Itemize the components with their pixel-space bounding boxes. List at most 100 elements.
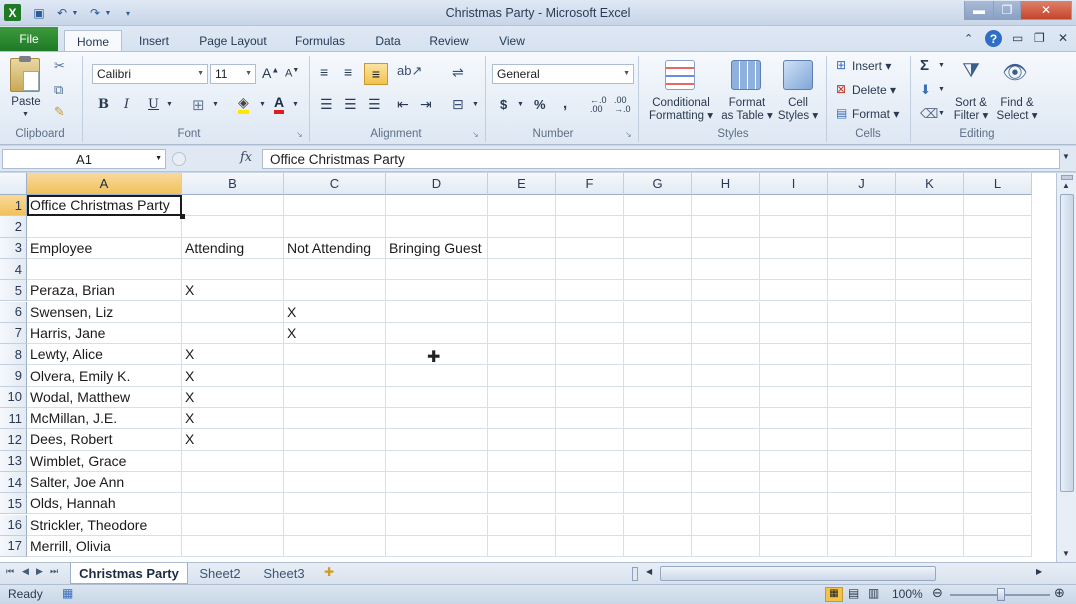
percent-button[interactable]: %	[534, 97, 546, 112]
font-color-icon[interactable]: A	[274, 94, 285, 114]
cell[interactable]	[760, 195, 828, 217]
font-color-dropdown-icon[interactable]: ▼	[292, 101, 299, 108]
row-header[interactable]: 3	[0, 237, 27, 259]
cell[interactable]	[896, 195, 964, 217]
cell[interactable]: Not Attending	[284, 237, 386, 259]
cell[interactable]	[828, 471, 896, 494]
cell[interactable]	[692, 493, 760, 515]
number-format-combo[interactable]: General ▼	[492, 64, 634, 84]
cell[interactable]: X	[182, 365, 284, 387]
cell-employee[interactable]: Peraza, Brian	[27, 280, 182, 302]
cell[interactable]: X	[182, 280, 284, 302]
normal-view-icon[interactable]: ▦	[825, 587, 843, 602]
zoom-level[interactable]: 100%	[892, 587, 923, 601]
scroll-down-icon[interactable]: ▼	[1062, 549, 1070, 558]
cell[interactable]	[624, 216, 692, 238]
column-header-a[interactable]: A	[27, 173, 182, 195]
select-all-corner[interactable]	[0, 173, 27, 195]
tab-review[interactable]: Review	[420, 30, 478, 52]
italic-button[interactable]: I	[124, 97, 129, 112]
cell[interactable]	[896, 514, 964, 536]
scroll-thumb[interactable]	[1060, 194, 1074, 492]
expand-formula-bar-icon[interactable]: ▼	[1062, 152, 1070, 161]
cell[interactable]	[556, 493, 624, 515]
row-header[interactable]: 4	[0, 258, 27, 281]
cell[interactable]	[488, 408, 556, 430]
cell[interactable]	[284, 365, 386, 387]
cell[interactable]	[182, 322, 284, 345]
column-header-g[interactable]: G	[624, 173, 692, 195]
page-layout-view-icon[interactable]: ▤	[848, 586, 859, 600]
cell[interactable]	[556, 429, 624, 451]
row-header[interactable]: 10	[0, 386, 27, 408]
restore-button[interactable]: ❐	[993, 1, 1021, 20]
tab-page-layout[interactable]: Page Layout	[190, 30, 276, 52]
cell[interactable]	[828, 514, 896, 536]
next-sheet-icon[interactable]: ▶	[36, 566, 43, 577]
cut-icon[interactable]: ✂	[54, 58, 65, 74]
cell[interactable]	[896, 450, 964, 472]
cell[interactable]	[964, 344, 1032, 366]
cell[interactable]	[624, 237, 692, 259]
cell[interactable]	[964, 280, 1032, 302]
page-break-view-icon[interactable]: ▥	[868, 586, 879, 600]
column-header-h[interactable]: H	[692, 173, 760, 195]
font-dialog-launcher-icon[interactable]: ↘	[296, 130, 303, 139]
cell[interactable]	[386, 535, 488, 558]
cell[interactable]	[692, 258, 760, 281]
sort-filter-button[interactable]: Sort & Filter ▾	[948, 97, 994, 123]
cell[interactable]	[760, 301, 828, 323]
cell-employee[interactable]: Olvera, Emily K.	[27, 365, 182, 387]
cell[interactable]	[896, 493, 964, 515]
merge-dropdown-icon[interactable]: ▼	[472, 101, 479, 108]
column-header-f[interactable]: F	[556, 173, 624, 195]
row-header[interactable]: 14	[0, 471, 27, 494]
cell-employee[interactable]	[27, 216, 182, 238]
cell[interactable]	[386, 216, 488, 238]
cell[interactable]	[760, 535, 828, 558]
cell[interactable]: X	[284, 322, 386, 345]
cell[interactable]	[828, 216, 896, 238]
cell[interactable]	[488, 280, 556, 302]
cell[interactable]	[624, 514, 692, 536]
insert-cells-button[interactable]: Insert ▾	[852, 59, 891, 73]
row-header[interactable]: 9	[0, 365, 27, 387]
cell[interactable]	[828, 195, 896, 217]
increase-decimal-icon[interactable]: ←.0.00	[590, 96, 607, 114]
cell[interactable]	[692, 322, 760, 345]
cell[interactable]	[284, 471, 386, 494]
cell[interactable]	[828, 258, 896, 281]
workbook-close-icon[interactable]: ✕	[1058, 31, 1068, 45]
cell[interactable]	[624, 280, 692, 302]
zoom-out-icon[interactable]: ⊖	[932, 585, 943, 601]
row-header[interactable]: 17	[0, 535, 27, 558]
cell[interactable]	[488, 322, 556, 345]
cell[interactable]	[964, 258, 1032, 281]
cell[interactable]	[760, 216, 828, 238]
cell[interactable]: X	[284, 301, 386, 323]
column-header-d[interactable]: D	[386, 173, 488, 195]
cell[interactable]	[182, 450, 284, 472]
cell[interactable]	[182, 258, 284, 281]
cell-employee[interactable]: Swensen, Liz	[27, 301, 182, 323]
cell-employee[interactable]: Strickler, Theodore	[27, 514, 182, 536]
row-header[interactable]: 5	[0, 280, 27, 302]
cell-employee[interactable]: Lewty, Alice	[27, 344, 182, 366]
help-icon[interactable]: ?	[985, 30, 1002, 47]
paste-button[interactable]: Paste	[8, 96, 44, 109]
cell[interactable]	[386, 195, 488, 217]
cell-employee[interactable]: Wodal, Matthew	[27, 386, 182, 408]
cell[interactable]: X	[182, 344, 284, 366]
row-header[interactable]: 2	[0, 216, 27, 238]
cell[interactable]	[556, 280, 624, 302]
currency-button[interactable]: $	[500, 97, 507, 112]
align-right-icon[interactable]: ☰	[368, 96, 381, 113]
cell-employee[interactable]: Olds, Hannah	[27, 493, 182, 515]
cell[interactable]	[386, 429, 488, 451]
cell[interactable]	[964, 514, 1032, 536]
cell[interactable]	[488, 514, 556, 536]
cell[interactable]	[760, 471, 828, 494]
cell[interactable]	[760, 514, 828, 536]
paste-dropdown-icon[interactable]: ▼	[22, 111, 29, 118]
cell[interactable]	[896, 471, 964, 494]
